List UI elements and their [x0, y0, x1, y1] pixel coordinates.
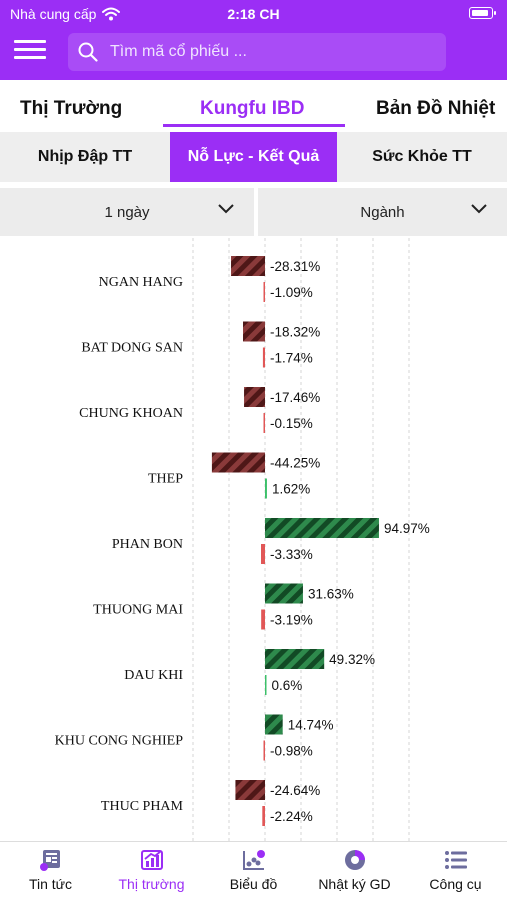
- main-tabs: Thị Trường Kungfu IBD Bản Đồ Nhiệt: [0, 80, 507, 130]
- search-box[interactable]: [68, 33, 446, 71]
- result-value-label: -2.24%: [270, 809, 313, 824]
- category-label: THUONG MAI: [93, 603, 183, 618]
- result-value-label: -0.15%: [270, 416, 313, 431]
- effort-bar: [265, 714, 283, 735]
- tab-thi-truong[interactable]: Thị Trường: [20, 98, 122, 120]
- effort-value-label: -18.32%: [270, 325, 320, 340]
- effort-value-label: -44.25%: [270, 456, 320, 471]
- result-value-label: -1.74%: [270, 351, 313, 366]
- menu-line: [14, 40, 46, 43]
- group-value: Ngành: [360, 203, 405, 221]
- app-root: Nhà cung cấp 2:18 CH Thị Trường: [0, 0, 507, 900]
- result-bar: [263, 740, 265, 761]
- effort-result-chart: NGAN HANG -28.31% -1.09% BAT DONG SAN -18.32…: [55, 238, 430, 841]
- nav-journal[interactable]: Nhật ký GD: [304, 848, 405, 892]
- subtab-nhip-dap[interactable]: Nhịp Đập TT: [0, 132, 170, 182]
- effort-value-label: -17.46%: [270, 390, 320, 405]
- effort-value-label: 14.74%: [288, 718, 334, 733]
- active-tab-indicator: [163, 124, 345, 127]
- category-label: THUC PHAM: [101, 799, 184, 814]
- nav-market-label: Thị trường: [118, 876, 185, 892]
- nav-charts[interactable]: Biểu đồ: [203, 848, 304, 892]
- effort-bar: [244, 387, 265, 407]
- result-bar: [262, 347, 265, 368]
- effort-value-label: -24.64%: [270, 783, 320, 798]
- market-chart-icon: [140, 850, 163, 870]
- result-value-label: -0.98%: [270, 744, 313, 759]
- filters: 1 ngày Ngành: [0, 188, 507, 236]
- news-icon: [39, 850, 60, 871]
- pie-journal-icon: [344, 850, 365, 870]
- result-bar: [263, 282, 265, 302]
- result-value-label: 0.6%: [272, 678, 303, 693]
- menu-line: [14, 56, 46, 59]
- nav-market[interactable]: Thị trường: [101, 848, 202, 892]
- effort-bar: [265, 518, 379, 538]
- effort-bar: [265, 583, 303, 604]
- effort-value-label: 94.97%: [384, 521, 430, 536]
- category-label: NGAN HANG: [99, 275, 183, 290]
- group-dropdown[interactable]: Ngành: [258, 188, 507, 236]
- nav-charts-label: Biểu đồ: [229, 876, 278, 892]
- status-bar: Nhà cung cấp 2:18 CH: [0, 0, 507, 28]
- result-value-label: 1.62%: [272, 482, 310, 497]
- effort-bar: [235, 780, 265, 800]
- nav-journal-label: Nhật ký GD: [318, 876, 391, 892]
- clock: 2:18 CH: [227, 6, 280, 22]
- menu-line: [14, 48, 46, 51]
- tools-list-icon: [444, 851, 467, 869]
- period-dropdown[interactable]: 1 ngày: [0, 188, 254, 236]
- nav-news-label: Tin tức: [28, 876, 73, 892]
- result-value-label: -1.09%: [270, 285, 313, 300]
- category-label: DAU KHI: [124, 668, 183, 683]
- result-bar: [265, 675, 267, 695]
- period-value: 1 ngày: [104, 203, 150, 221]
- nav-tools-label: Công cụ: [429, 876, 482, 892]
- chevron-down-icon: [218, 204, 234, 214]
- result-value-label: -3.19%: [270, 613, 313, 628]
- scatter-chart-icon: [242, 850, 265, 870]
- effort-bar: [243, 321, 265, 342]
- effort-bar: [265, 649, 325, 669]
- subtab-no-luc-ket-qua[interactable]: Nỗ Lực - Kết Quả: [170, 132, 337, 182]
- effort-bar: [231, 256, 265, 276]
- subtab-suc-khoe[interactable]: Sức Khỏe TT: [337, 132, 507, 182]
- tab-kungfu-ibd[interactable]: Kungfu IBD: [200, 98, 304, 120]
- category-label: PHAN BON: [112, 537, 183, 552]
- result-value-label: -3.33%: [270, 547, 313, 562]
- sub-tabs: Nhịp Đập TT Nỗ Lực - Kết Quả Sức Khỏe TT: [0, 132, 507, 182]
- result-bar: [262, 806, 265, 826]
- category-label: CHUNG KHOAN: [79, 406, 183, 421]
- hamburger-menu-button[interactable]: [14, 40, 46, 64]
- effort-value-label: 49.32%: [329, 652, 375, 667]
- category-label: KHU CONG NGHIEP: [55, 734, 184, 749]
- top-bar: Nhà cung cấp 2:18 CH: [0, 0, 507, 80]
- result-bar: [261, 544, 265, 564]
- result-bar: [263, 413, 265, 433]
- battery-icon: [469, 7, 496, 19]
- tab-ban-do-nhiet[interactable]: Bản Đồ Nhiệt: [376, 98, 495, 120]
- category-label: BAT DONG SAN: [81, 341, 183, 356]
- effort-value-label: -28.31%: [270, 259, 320, 274]
- chevron-down-icon: [471, 204, 487, 214]
- category-label: THEP: [148, 472, 183, 487]
- search-icon: [78, 42, 98, 62]
- effort-bar: [211, 452, 265, 473]
- result-bar: [265, 478, 267, 499]
- effort-value-label: 31.63%: [308, 587, 354, 602]
- result-bar: [261, 609, 265, 630]
- nav-tools[interactable]: Công cụ: [405, 848, 506, 892]
- bottom-nav: Tin tức Thị trường Biểu đồ Nhật ký GD Cô…: [0, 841, 507, 900]
- search-input[interactable]: [110, 43, 410, 61]
- nav-news[interactable]: Tin tức: [0, 848, 101, 892]
